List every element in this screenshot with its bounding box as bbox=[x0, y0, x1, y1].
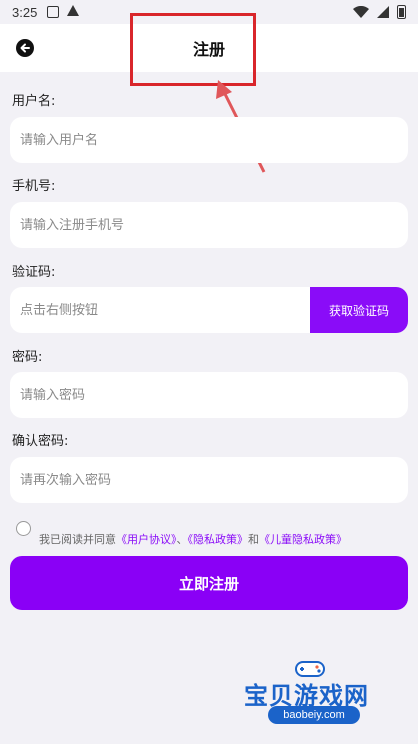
agreement-text: 我已阅读并同意《用户协议》、《隐私政策》和《儿童隐私政策》 bbox=[39, 517, 347, 547]
username-field[interactable] bbox=[10, 117, 408, 163]
password-label: 密码: bbox=[12, 350, 43, 365]
agreement-separator: 、 bbox=[176, 533, 188, 546]
child-privacy-link[interactable]: 《儿童隐私政策》 bbox=[259, 533, 347, 546]
agreement-and: 和 bbox=[248, 533, 259, 546]
back-button[interactable] bbox=[16, 39, 34, 57]
phone-label: 手机号: bbox=[12, 179, 56, 194]
code-input[interactable] bbox=[20, 302, 310, 318]
password-field[interactable] bbox=[10, 372, 408, 418]
signal-icon bbox=[377, 6, 389, 18]
username-input[interactable] bbox=[20, 132, 408, 148]
header-bar: 注册 bbox=[0, 24, 418, 72]
page-title: 注册 bbox=[192, 40, 225, 59]
user-agreement-link[interactable]: 《用户协议》 bbox=[116, 533, 177, 546]
code-label: 验证码: bbox=[12, 265, 56, 280]
privacy-policy-link[interactable]: 《隐私政策》 bbox=[188, 533, 249, 546]
back-arrow-icon bbox=[20, 43, 30, 53]
password-input[interactable] bbox=[20, 387, 408, 403]
get-code-button[interactable]: 获取验证码 bbox=[310, 287, 408, 333]
agreement-radio[interactable] bbox=[16, 520, 31, 536]
watermark-url: baobeiy.com bbox=[268, 706, 360, 724]
notification-icon bbox=[47, 6, 60, 18]
phone-input[interactable] bbox=[20, 217, 408, 233]
username-label: 用户名: bbox=[12, 94, 56, 109]
agreement-row: 我已阅读并同意《用户协议》、《隐私政策》和《儿童隐私政策》 bbox=[16, 517, 347, 547]
status-time: 3:25 bbox=[12, 4, 38, 20]
warning-icon bbox=[67, 5, 80, 19]
confirm-password-input[interactable] bbox=[20, 472, 408, 488]
agreement-prefix: 我已阅读并同意 bbox=[39, 533, 116, 546]
confirm-password-field[interactable] bbox=[10, 457, 408, 503]
wifi-icon bbox=[353, 6, 369, 18]
battery-icon bbox=[397, 5, 406, 19]
watermark-logo: 宝贝游戏网 baobeiy.com bbox=[238, 654, 408, 734]
status-bar: 3:25 bbox=[0, 0, 418, 24]
register-button[interactable]: 立即注册 bbox=[10, 556, 408, 610]
confirm-password-label: 确认密码: bbox=[12, 434, 69, 449]
phone-field[interactable] bbox=[10, 202, 408, 248]
code-field[interactable] bbox=[10, 287, 310, 333]
